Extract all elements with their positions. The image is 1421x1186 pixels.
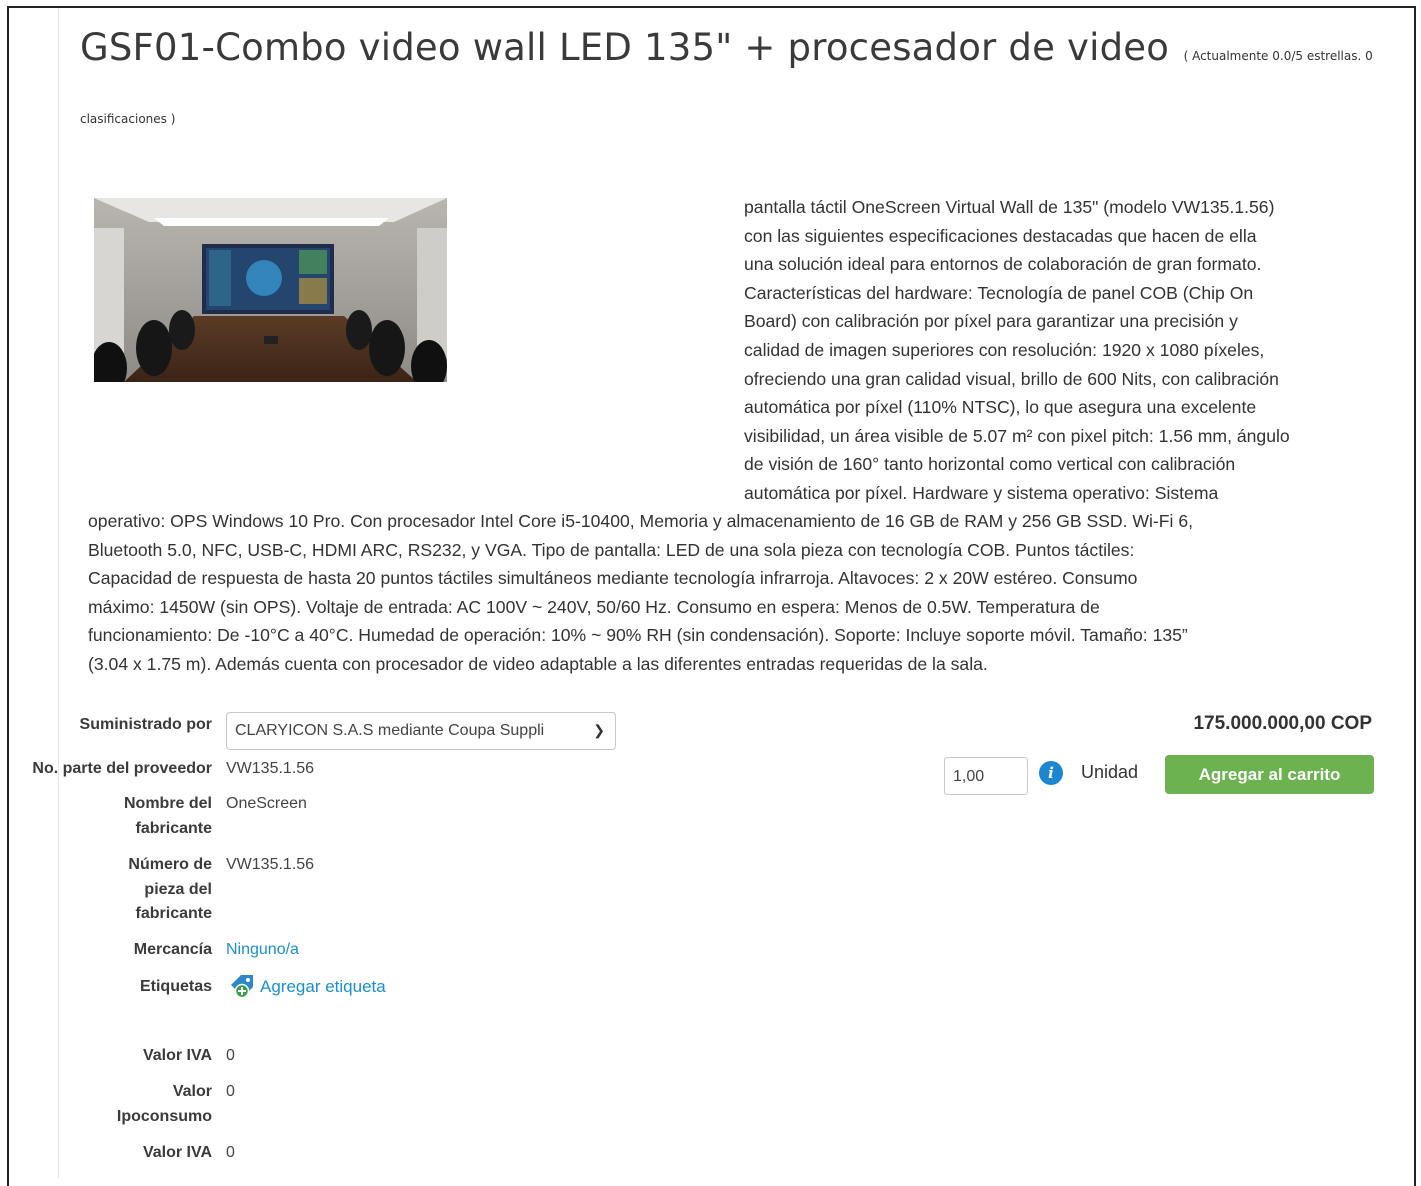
- manufacturer-label: Nombre del fabricante: [0, 792, 212, 841]
- manufacturer-label-line: fabricante: [135, 819, 212, 837]
- ipoconsumo-label: Valor Ipoconsumo: [0, 1080, 212, 1129]
- description-line: automática por píxel (110% NTSC), lo que…: [744, 397, 1257, 418]
- supplier-select-value: CLARYICON S.A.S mediante Coupa Suppli: [235, 722, 545, 739]
- product-title: GSF01-Combo video wall LED 135" + proces…: [80, 26, 1170, 69]
- price: 175.000.000,00 COP: [1193, 713, 1372, 734]
- manufacturer-part-label-line: Número de: [128, 856, 212, 873]
- sidebar-divider: [58, 8, 59, 1178]
- manufacturer-part-label-line: fabricante: [135, 905, 212, 922]
- title-line: GSF01-Combo video wall LED 135" + proces…: [80, 26, 1373, 69]
- add-tag-icon[interactable]: [229, 973, 257, 999]
- description-line: automática por píxel. Hardware y sistema…: [744, 482, 1219, 503]
- info-icon[interactable]: i: [1039, 761, 1063, 785]
- description-line: funcionamiento: De -10°C a 40°C. Humedad…: [88, 625, 1188, 646]
- ipoconsumo-label-line: Valor: [172, 1083, 212, 1100]
- rating-text-continued: clasificaciones ): [80, 112, 176, 126]
- unit-label: Unidad: [1081, 762, 1139, 782]
- description-line: con las siguientes especificaciones dest…: [744, 225, 1257, 246]
- supplier-label: Suministrado por: [79, 716, 212, 733]
- description-line: de visión de 160° tanto horizontal como …: [744, 454, 1236, 475]
- supplier-part-value: VW135.1.56: [226, 760, 315, 777]
- manufacturer-part-value: VW135.1.56: [226, 856, 315, 873]
- commodity-link[interactable]: Ninguno/a: [226, 938, 299, 963]
- description-line: visibilidad, un área visible de 5.07 m² …: [744, 425, 1290, 446]
- iva-value-2: 0: [226, 1144, 235, 1161]
- add-tag-link[interactable]: Agregar etiqueta: [260, 975, 386, 1000]
- supplier-part-label: No. parte del proveedor: [32, 760, 212, 777]
- manufacturer-part-label-line: pieza del: [144, 880, 212, 898]
- manufacturer-part-label: Número de pieza del fabricante: [0, 853, 212, 927]
- description-line: (3.04 x 1.75 m). Además cuenta con proce…: [88, 653, 988, 674]
- iva-value: 0: [226, 1047, 235, 1064]
- manufacturer-label-line: Nombre del: [123, 795, 212, 812]
- quantity-input[interactable]: 1,00: [944, 757, 1028, 795]
- description-line: Bluetooth 5.0, NFC, USB-C, HDMI ARC, RS2…: [88, 539, 1135, 560]
- description-right-column: pantalla táctil OneScreen Virtual Wall d…: [744, 193, 1376, 508]
- description-full-width: operativo: OPS Windows 10 Pro. Con proce…: [88, 507, 1378, 679]
- conference-room-photo-icon: [94, 198, 447, 382]
- add-to-cart-button[interactable]: Agregar al carrito: [1165, 755, 1374, 794]
- iva-label: Valor IVA: [142, 1047, 212, 1064]
- rating-text: ( Actualmente 0.0/5 estrellas. 0: [1183, 49, 1373, 63]
- description-line: Características del hardware: Tecnología…: [744, 282, 1254, 303]
- description-line: máximo: 1450W (sin OPS). Voltaje de entr…: [88, 596, 1100, 617]
- description-line: operativo: OPS Windows 10 Pro. Con proce…: [88, 511, 1193, 531]
- supplier-select[interactable]: CLARYICON S.A.S mediante Coupa Suppli ❯: [226, 712, 616, 750]
- description-line: una solución ideal para entornos de cola…: [744, 254, 1262, 275]
- description-line: calidad de imagen superiores con resoluc…: [744, 339, 1265, 360]
- description-line: pantalla táctil OneScreen Virtual Wall d…: [744, 197, 1275, 217]
- iva-label-2: Valor IVA: [142, 1144, 212, 1161]
- ipoconsumo-value: 0: [226, 1083, 235, 1100]
- manufacturer-value: OneScreen: [226, 795, 307, 812]
- commodity-label: Mercancía: [133, 941, 212, 958]
- ipoconsumo-label-line: Ipoconsumo: [116, 1107, 212, 1125]
- chevron-down-icon: ❯: [589, 722, 605, 739]
- product-image[interactable]: [94, 198, 447, 382]
- description-line: Capacidad de respuesta de hasta 20 punto…: [88, 568, 1138, 589]
- description-line: ofreciendo una gran calidad visual, bril…: [744, 368, 1279, 389]
- description-line: Board) con calibración por píxel para ga…: [744, 311, 1238, 332]
- tags-label: Etiquetas: [139, 978, 212, 995]
